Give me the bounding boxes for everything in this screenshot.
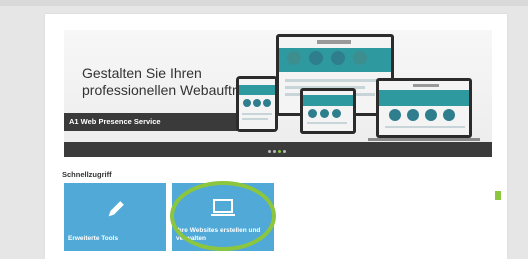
carousel-dot[interactable]: [283, 150, 286, 153]
carousel-dot[interactable]: [268, 150, 271, 153]
service-name: A1 Web Presence Service: [64, 113, 239, 131]
tile-advanced-tools[interactable]: Erweiterte Tools: [64, 183, 166, 251]
carousel-dot-active[interactable]: [278, 150, 281, 153]
laptop-image: [376, 78, 472, 138]
quick-access-title: Schnellzugriff: [62, 170, 112, 179]
pencil-icon: [108, 201, 124, 217]
tablet-image: [236, 76, 278, 132]
hero-carousel[interactable]: Gestalten Sie Ihren professionellen Weba…: [64, 30, 492, 157]
top-strip: [0, 0, 528, 6]
hero-headline: Gestalten Sie Ihren professionellen Weba…: [82, 65, 252, 98]
small-monitor-image: [300, 88, 356, 134]
laptop-base: [368, 138, 480, 141]
highlight-circle: [170, 181, 276, 251]
carousel-dot[interactable]: [273, 150, 276, 153]
green-marker: [495, 191, 501, 200]
tile-label: Erweiterte Tools: [68, 235, 119, 242]
